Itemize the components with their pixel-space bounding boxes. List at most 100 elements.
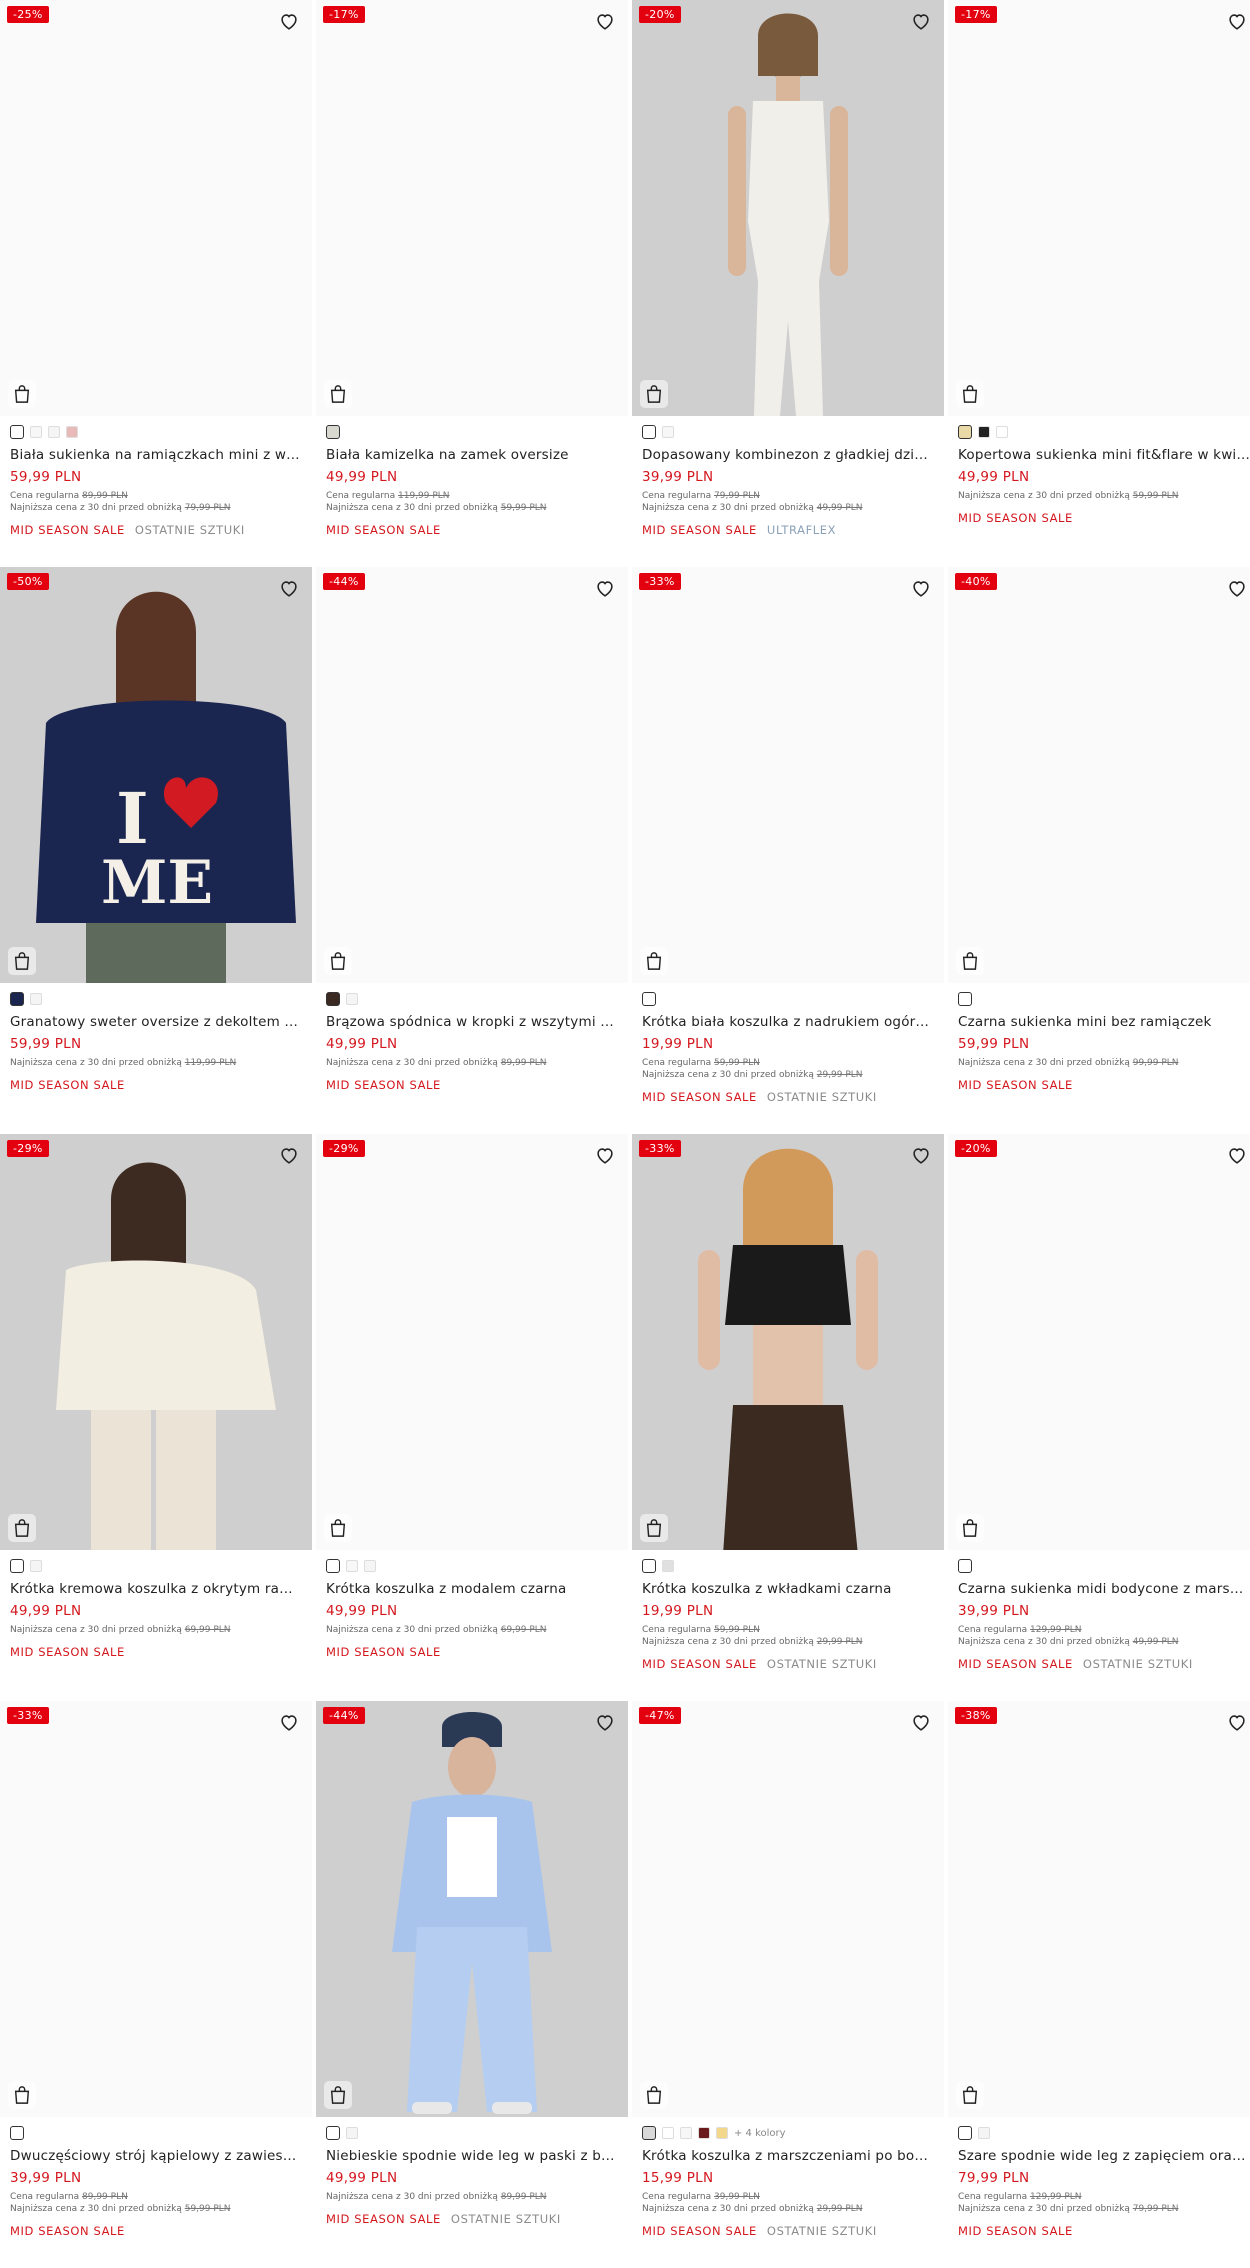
add-to-cart-button[interactable] [640, 380, 668, 408]
heart-icon[interactable] [910, 1144, 932, 1166]
color-swatch[interactable] [996, 426, 1008, 438]
add-to-cart-button[interactable] [956, 380, 984, 408]
add-to-cart-button[interactable] [324, 380, 352, 408]
color-swatch[interactable] [346, 993, 358, 1005]
heart-icon[interactable] [1226, 1144, 1248, 1166]
more-colors-label[interactable]: + 4 kolory [734, 2128, 786, 2139]
heart-icon[interactable] [278, 1711, 300, 1733]
product-image[interactable]: -44% [316, 567, 628, 983]
color-swatch[interactable] [662, 426, 674, 438]
color-swatch[interactable] [642, 425, 656, 439]
product-image[interactable]: -20% [632, 0, 944, 416]
heart-icon[interactable] [1226, 1711, 1248, 1733]
add-to-cart-button[interactable] [8, 2081, 36, 2109]
product-card-15[interactable]: -47% + 4 kolory Krótka koszulka z marszc… [632, 1701, 944, 2268]
color-swatch[interactable] [958, 2126, 972, 2140]
product-image[interactable]: -20% [948, 1134, 1250, 1550]
product-title[interactable]: Czarna sukienka mini bez ramiączek [958, 1014, 1250, 1030]
product-image[interactable]: -33% [0, 1701, 312, 2117]
product-title[interactable]: Granatowy sweter oversize z dekoltem ope… [10, 1014, 302, 1030]
product-title[interactable]: Krótka koszulka z modalem czarna [326, 1581, 618, 1597]
color-swatch[interactable] [662, 1560, 674, 1572]
color-swatch[interactable] [642, 1559, 656, 1573]
product-title[interactable]: Szare spodnie wide leg z zapięciem oraz … [958, 2148, 1250, 2164]
product-card-16[interactable]: -38% Szare spodnie wide leg z zapięciem … [948, 1701, 1250, 2268]
product-image[interactable]: -33% [632, 567, 944, 983]
product-image[interactable]: -40% [948, 567, 1250, 983]
product-title[interactable]: Krótka kremowa koszulka z okrytym ramien… [10, 1581, 302, 1597]
heart-icon[interactable] [1226, 577, 1248, 599]
product-image[interactable]: -44% [316, 1701, 628, 2117]
add-to-cart-button[interactable] [8, 1514, 36, 1542]
color-swatch[interactable] [716, 2127, 728, 2139]
product-title[interactable]: Biała sukienka na ramiączkach mini z wis… [10, 447, 302, 463]
add-to-cart-button[interactable] [640, 2081, 668, 2109]
heart-icon[interactable] [278, 1144, 300, 1166]
add-to-cart-button[interactable] [956, 947, 984, 975]
heart-icon[interactable] [910, 1711, 932, 1733]
color-swatch[interactable] [10, 1559, 24, 1573]
add-to-cart-button[interactable] [324, 2081, 352, 2109]
product-image[interactable]: -17% [948, 0, 1250, 416]
product-title[interactable]: Brązowa spódnica w kropki z wszytymi spo… [326, 1014, 618, 1030]
product-title[interactable]: Dopasowany kombinezon z gładkiej dzianin… [642, 447, 934, 463]
product-card-6[interactable]: -44% Brązowa spódnica w kropki z wszytym… [316, 567, 628, 1134]
product-title[interactable]: Kopertowa sukienka mini fit&flare w kwia… [958, 447, 1250, 463]
product-card-9[interactable]: -29% Krótka kremowa koszulka z okrytym r… [0, 1134, 312, 1701]
color-swatch[interactable] [10, 2126, 24, 2140]
color-swatch[interactable] [978, 426, 990, 438]
color-swatch[interactable] [346, 1560, 358, 1572]
product-title[interactable]: Biała kamizelka na zamek oversize [326, 447, 618, 463]
product-card-12[interactable]: -20% Czarna sukienka midi bodycone z mar… [948, 1134, 1250, 1701]
color-swatch[interactable] [662, 2127, 674, 2139]
color-swatch[interactable] [680, 2127, 692, 2139]
product-card-10[interactable]: -29% Krótka koszulka z modalem czarna 49… [316, 1134, 628, 1701]
color-swatch[interactable] [326, 2126, 340, 2140]
product-card-1[interactable]: -25% Biała sukienka na ramiączkach mini … [0, 0, 312, 567]
add-to-cart-button[interactable] [956, 1514, 984, 1542]
product-card-5[interactable]: I ME -50% Granatowy sweter oversize z dek… [0, 567, 312, 1134]
product-image[interactable]: -29% [316, 1134, 628, 1550]
product-card-7[interactable]: -33% Krótka biała koszulka z nadrukiem o… [632, 567, 944, 1134]
color-swatch[interactable] [326, 1559, 340, 1573]
heart-icon[interactable] [594, 577, 616, 599]
product-card-11[interactable]: -33% Krótka koszulka z wkładkami czarna … [632, 1134, 944, 1701]
add-to-cart-button[interactable] [640, 1514, 668, 1542]
product-title[interactable]: Niebieskie spodnie wide leg w paski z bi… [326, 2148, 618, 2164]
add-to-cart-button[interactable] [956, 2081, 984, 2109]
color-swatch[interactable] [30, 1560, 42, 1572]
heart-icon[interactable] [594, 10, 616, 32]
product-image[interactable]: -47% [632, 1701, 944, 2117]
add-to-cart-button[interactable] [324, 1514, 352, 1542]
product-image[interactable]: -33% [632, 1134, 944, 1550]
product-image[interactable]: -38% [948, 1701, 1250, 2117]
heart-icon[interactable] [278, 10, 300, 32]
product-card-3[interactable]: -20% Dopasowany kombinezon z gładkiej dz… [632, 0, 944, 567]
product-title[interactable]: Czarna sukienka midi bodycone z marszcze… [958, 1581, 1250, 1597]
product-card-13[interactable]: -33% Dwuczęściowy strój kąpielowy z zawi… [0, 1701, 312, 2268]
heart-icon[interactable] [594, 1144, 616, 1166]
color-swatch[interactable] [958, 992, 972, 1006]
heart-icon[interactable] [910, 577, 932, 599]
color-swatch[interactable] [10, 992, 24, 1006]
add-to-cart-button[interactable] [640, 947, 668, 975]
color-swatch[interactable] [10, 425, 24, 439]
color-swatch[interactable] [48, 426, 60, 438]
color-swatch[interactable] [326, 425, 340, 439]
product-card-8[interactable]: -40% Czarna sukienka mini bez ramiączek … [948, 567, 1250, 1134]
color-swatch[interactable] [958, 425, 972, 439]
heart-icon[interactable] [594, 1711, 616, 1733]
heart-icon[interactable] [910, 10, 932, 32]
heart-icon[interactable] [278, 577, 300, 599]
product-title[interactable]: Krótka koszulka z marszczeniami po bokac… [642, 2148, 934, 2164]
product-image[interactable]: -17% [316, 0, 628, 416]
product-image[interactable]: -29% [0, 1134, 312, 1550]
color-swatch[interactable] [66, 426, 78, 438]
add-to-cart-button[interactable] [8, 380, 36, 408]
color-swatch[interactable] [958, 1559, 972, 1573]
color-swatch[interactable] [978, 2127, 990, 2139]
product-title[interactable]: Krótka koszulka z wkładkami czarna [642, 1581, 934, 1597]
color-swatch[interactable] [364, 1560, 376, 1572]
product-title[interactable]: Krótka biała koszulka z nadrukiem ogórkó… [642, 1014, 934, 1030]
color-swatch[interactable] [642, 992, 656, 1006]
